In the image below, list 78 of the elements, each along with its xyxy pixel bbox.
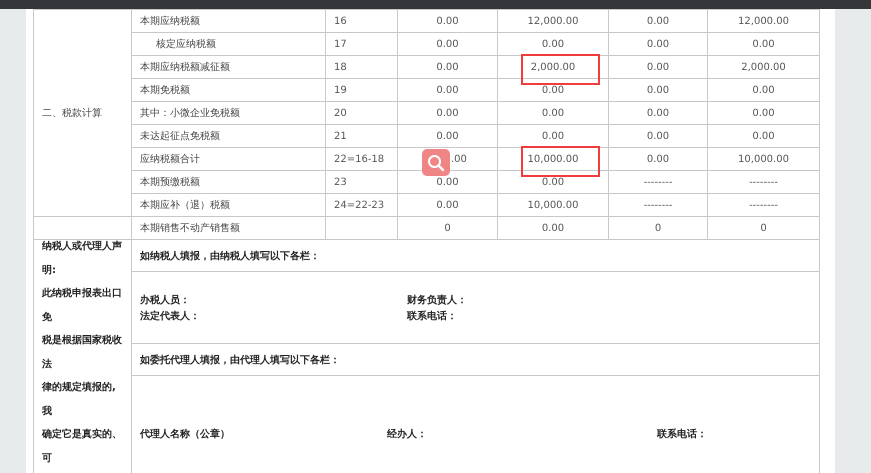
table-cell: 0.00 bbox=[708, 32, 820, 56]
field-label: 办税人员： bbox=[140, 294, 191, 306]
line-number: 16 bbox=[326, 10, 398, 32]
table-cell: 0.00 bbox=[398, 56, 498, 78]
line-number: 21 bbox=[326, 124, 398, 148]
table-cell: 0.00 bbox=[608, 56, 708, 78]
line-number: 20 bbox=[326, 102, 398, 124]
field-label: 法定代表人： bbox=[140, 309, 201, 322]
section-label: 二、税款计算 bbox=[34, 10, 132, 216]
field-label: 经办人： bbox=[387, 428, 428, 441]
table-cell: 0.00 bbox=[498, 170, 608, 194]
table-cell: -------- bbox=[708, 170, 820, 194]
declaration-text: 明: bbox=[42, 264, 56, 278]
table-cell: 0.00 bbox=[498, 32, 608, 56]
table-cell: -------- bbox=[608, 194, 708, 216]
table-cell: 10,000.00 bbox=[708, 148, 820, 170]
table-cell: 0 bbox=[398, 216, 498, 240]
field-label: 联系电话： bbox=[407, 310, 458, 322]
magnifier-button[interactable] bbox=[422, 149, 450, 176]
table-cell: 0.00 bbox=[498, 102, 608, 124]
declaration-text: 免 bbox=[42, 310, 52, 324]
table-cell: 0.00 bbox=[398, 194, 498, 216]
line-number: 19 bbox=[326, 78, 398, 102]
table-cell: 0.00 bbox=[608, 124, 708, 148]
row-label: 本期预缴税额 bbox=[132, 170, 326, 194]
table-cell: -------- bbox=[608, 170, 708, 194]
declaration-text: 可 bbox=[42, 452, 52, 466]
table-cell: 0.00 bbox=[708, 78, 820, 102]
section-heading: 如纳税人填报，由纳税人填写以下各栏： bbox=[140, 250, 320, 262]
row-label: 本期免税额 bbox=[132, 78, 326, 102]
row-label: 本期应纳税额减征额 bbox=[132, 56, 326, 78]
row-label: 核定应纳税额 bbox=[132, 32, 326, 56]
declaration-text: 税是根据国家税收 bbox=[42, 334, 122, 348]
line-number: 22=16-18 bbox=[326, 148, 398, 170]
table-cell: -------- bbox=[708, 194, 820, 216]
table-cell: 0.00 bbox=[398, 124, 498, 148]
table-cell: 0.00 bbox=[708, 124, 820, 148]
table-cell: 0.00 bbox=[398, 32, 498, 56]
section-heading: 如委托代理人填报，由代理人填写以下各栏： bbox=[140, 354, 340, 366]
declaration-text: 我 bbox=[42, 404, 52, 418]
table-cell: 0.00 bbox=[608, 32, 708, 56]
line-number: 24=22-23 bbox=[326, 194, 398, 216]
line-number: 23 bbox=[326, 170, 398, 194]
table-cell: 0.00 bbox=[498, 216, 608, 240]
line-number: 18 bbox=[326, 56, 398, 78]
table-cell: 2,000.00 bbox=[708, 56, 820, 78]
declaration-text: 确定它是真实的、 bbox=[42, 428, 122, 442]
row-label: 本期应补（退）税额 bbox=[132, 194, 326, 216]
table-cell: 0.00 bbox=[398, 102, 498, 124]
declaration-text: 此纳税申报表出口 bbox=[42, 287, 122, 301]
table-cell: 0.00 bbox=[398, 78, 498, 102]
table-cell: 0.00 bbox=[708, 102, 820, 124]
table-cell: 0.00 bbox=[498, 124, 608, 148]
row-label: 本期应纳税额 bbox=[132, 10, 326, 32]
table-cell: 0.00 bbox=[398, 10, 498, 32]
field-label: 财务负责人： bbox=[407, 294, 468, 306]
field-label: 联系电话： bbox=[657, 428, 707, 441]
table-cell: 0.00 bbox=[608, 148, 708, 170]
declaration-text: 律的规定填报的, bbox=[42, 381, 116, 395]
declaration-text: 纳税人或代理人声 bbox=[42, 240, 122, 254]
table-cell: 0 bbox=[708, 216, 820, 240]
row-label: 其中：小微企业免税额 bbox=[132, 102, 326, 124]
line-number: 17 bbox=[326, 32, 398, 56]
declaration-text: 法 bbox=[42, 358, 52, 372]
table-cell: 12,000.00 bbox=[498, 10, 608, 32]
table-cell: 0.00 bbox=[608, 10, 708, 32]
table-cell: 0.00 bbox=[498, 78, 608, 102]
table-cell: 12,000.00 bbox=[708, 10, 820, 32]
row-label: 未达起征点免税额 bbox=[132, 124, 326, 148]
row-label: 应纳税额合计 bbox=[132, 148, 326, 170]
table-cell: 0.00 bbox=[398, 170, 498, 194]
search-icon bbox=[427, 154, 445, 172]
table-cell: 0.00 bbox=[608, 102, 708, 124]
table-cell: 10,000.00 bbox=[498, 194, 608, 216]
row-label: 本期销售不动产销售额 bbox=[132, 216, 326, 240]
field-label: 代理人名称（公章） bbox=[140, 427, 231, 441]
table-cell: 0 bbox=[608, 216, 708, 240]
table-cell: 0.00 bbox=[608, 78, 708, 102]
